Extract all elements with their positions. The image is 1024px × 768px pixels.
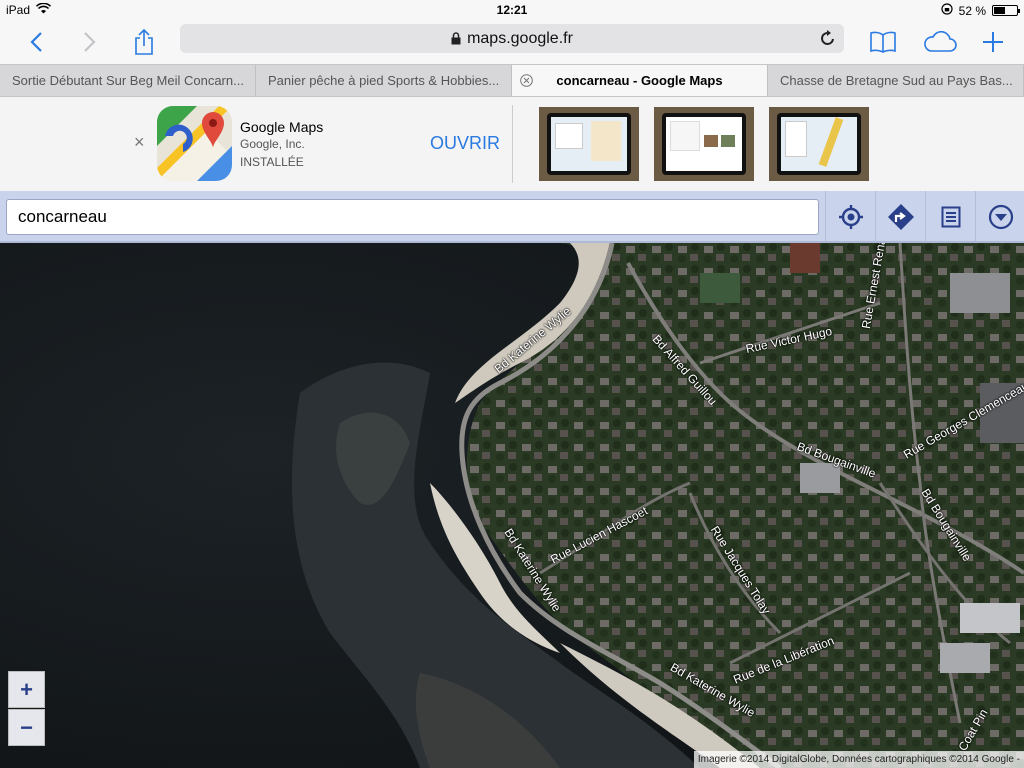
tab-title: Panier pêche à pied Sports & Hobbies... [268, 73, 500, 88]
tab-title: concarneau - Google Maps [556, 73, 723, 88]
google-maps-app-icon [157, 106, 232, 181]
satellite-map[interactable]: Bd Katerine Wylie Bd Alfred Guillou Rue … [0, 243, 1024, 768]
bookmarks-button[interactable] [861, 20, 905, 64]
clock: 12:21 [496, 3, 528, 17]
crosshair-icon [838, 205, 863, 229]
status-bar: iPad 12:21 52 % [0, 0, 1024, 20]
app-name: Google Maps [240, 119, 324, 135]
plus-icon [983, 32, 1003, 52]
tab-sortie[interactable]: Sortie Débutant Sur Beg Meil Concarn... [0, 65, 256, 96]
forward-button[interactable] [68, 20, 112, 64]
smart-app-banner: × Google Maps Google, Inc. INSTALLÉE OUV… [0, 97, 1024, 191]
list-icon [941, 206, 960, 228]
banner-divider [512, 105, 513, 183]
app-screenshot-3[interactable] [769, 107, 869, 181]
app-screenshot-1[interactable] [539, 107, 639, 181]
reload-icon[interactable] [820, 29, 836, 52]
new-tab-button[interactable] [971, 20, 1015, 64]
browser-toolbar: maps.google.fr [0, 20, 1024, 64]
zoom-out-button[interactable]: − [8, 709, 45, 746]
app-developer: Google, Inc. [240, 137, 305, 151]
app-install-state: INSTALLÉE [240, 155, 304, 169]
banner-close-button[interactable]: × [134, 132, 145, 153]
chevron-down-circle-icon [988, 204, 1013, 230]
cloud-icon [924, 31, 957, 52]
maps-search-input[interactable]: concarneau [6, 199, 819, 235]
tab-title: Sortie Débutant Sur Beg Meil Concarn... [12, 73, 244, 88]
icloud-tabs-button[interactable] [918, 20, 962, 64]
open-app-button[interactable]: OUVRIR [430, 133, 500, 154]
url-text: maps.google.fr [467, 29, 573, 47]
battery-percentage: 52 % [958, 3, 986, 18]
tab-title: Chasse de Bretagne Sud au Pays Bas... [780, 73, 1013, 88]
zoom-in-button[interactable]: + [8, 671, 45, 708]
directions-button[interactable] [875, 191, 925, 243]
tab-bar: Sortie Débutant Sur Beg Meil Concarn... … [0, 64, 1024, 97]
chevron-right-icon [84, 32, 96, 52]
tab-panier[interactable]: Panier pêche à pied Sports & Hobbies... [256, 65, 512, 96]
back-button[interactable] [14, 20, 58, 64]
chevron-left-icon [30, 32, 42, 52]
app-screenshot-2[interactable] [654, 107, 754, 181]
orientation-lock-icon [941, 3, 953, 18]
lock-icon [451, 32, 461, 45]
maps-search-bar: concarneau [0, 191, 1024, 243]
battery-icon [992, 5, 1020, 16]
directions-icon [887, 204, 914, 230]
menu-dropdown-button[interactable] [975, 191, 1024, 243]
book-icon [870, 31, 896, 53]
share-button[interactable] [122, 20, 166, 64]
close-tab-icon[interactable] [520, 74, 533, 90]
address-bar[interactable]: maps.google.fr [180, 24, 844, 53]
map-attribution: Imagerie ©2014 DigitalGlobe, Données car… [693, 751, 1024, 768]
tab-concarneau[interactable]: concarneau - Google Maps [512, 65, 768, 96]
share-icon [135, 28, 153, 55]
tab-chasse[interactable]: Chasse de Bretagne Sud au Pays Bas... [768, 65, 1024, 96]
my-location-button[interactable] [825, 191, 875, 243]
list-button[interactable] [925, 191, 975, 243]
